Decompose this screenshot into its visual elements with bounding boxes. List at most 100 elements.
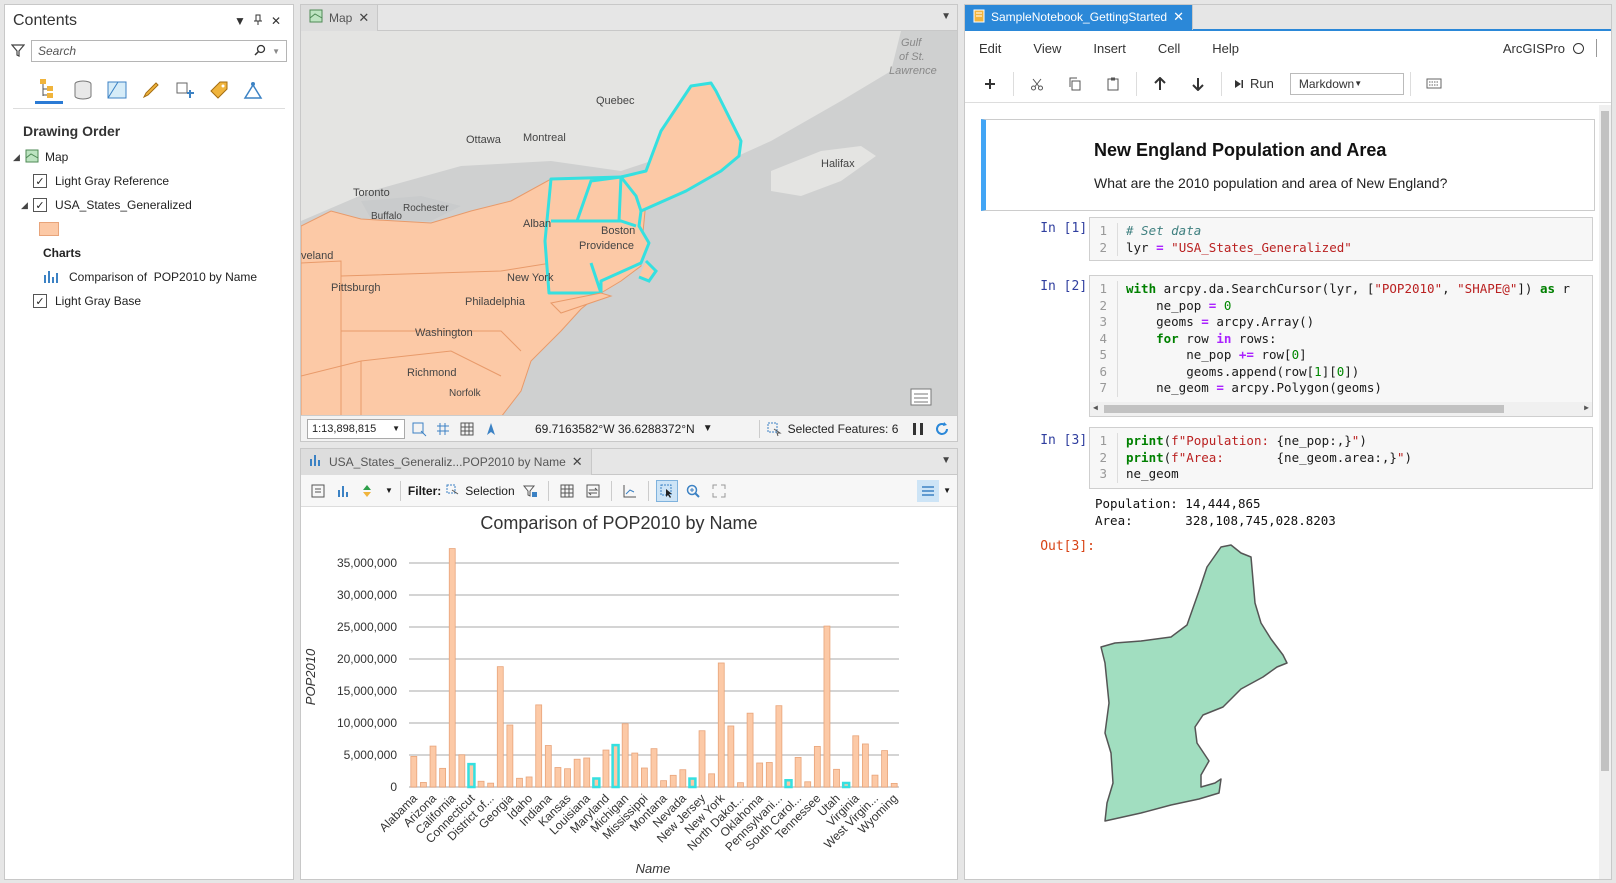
bar-oregon[interactable] — [765, 762, 773, 788]
bar-connecticut[interactable] — [467, 762, 476, 789]
bar-chart[interactable]: Comparison of POP2010 by Name POP2010 Na… — [301, 507, 957, 879]
selection-filter-button[interactable]: Selection — [465, 484, 514, 498]
search-icon[interactable] — [254, 44, 266, 59]
bar-new-hampshire[interactable] — [688, 777, 697, 789]
chevron-down-icon[interactable]: ▼ — [703, 423, 713, 434]
sort-icon[interactable] — [359, 480, 381, 502]
expand-triangle-icon[interactable]: ◢ — [13, 152, 25, 163]
switch-selection-icon[interactable] — [582, 480, 604, 502]
menu-edit[interactable]: Edit — [979, 41, 1001, 56]
refresh-icon[interactable] — [932, 420, 952, 438]
bar-north-dakota[interactable] — [737, 782, 744, 788]
bar-illinois[interactable] — [535, 704, 543, 788]
bar-colorado[interactable] — [458, 754, 466, 788]
chevron-down-icon[interactable]: ▼ — [941, 455, 951, 466]
add-cell-button[interactable] — [973, 71, 1007, 97]
map-legend-icon[interactable] — [910, 388, 932, 406]
chevron-down-icon[interactable]: ▼ — [385, 486, 393, 495]
selected-features-count[interactable]: Selected Features: 6 — [788, 422, 899, 436]
bar-idaho[interactable] — [525, 776, 533, 788]
tab-chart[interactable]: USA_States_Generaliz...POP2010 by Name ✕ — [301, 449, 592, 475]
pause-icon[interactable] — [908, 420, 928, 438]
bar-north-carolina[interactable] — [727, 725, 735, 788]
list-by-editing-icon[interactable] — [137, 76, 165, 104]
scroll-left-icon[interactable]: ◀ — [1093, 403, 1098, 412]
bar-district-of-columbia[interactable] — [487, 782, 495, 788]
zoom-in-icon[interactable] — [682, 480, 704, 502]
symbol-swatch[interactable] — [39, 222, 59, 236]
coordinate-readout[interactable]: 69.7163582°W 36.6288372°N — [535, 422, 695, 436]
bar-maryland[interactable] — [602, 749, 610, 788]
close-icon[interactable]: ✕ — [358, 10, 369, 26]
list-by-snapping-icon[interactable] — [171, 76, 199, 104]
menu-insert[interactable]: Insert — [1093, 41, 1126, 56]
tree-item-map[interactable]: ◢ Map — [5, 145, 293, 169]
copy-button[interactable] — [1058, 71, 1092, 97]
bar-kansas[interactable] — [564, 768, 571, 788]
bar-south-carolina[interactable] — [794, 756, 802, 788]
tree-item-light-gray-reference[interactable]: ✓ Light Gray Reference — [5, 169, 293, 193]
close-icon[interactable]: ✕ — [1173, 9, 1184, 25]
chevron-down-icon[interactable]: ▼ — [941, 11, 951, 22]
bar-oklahoma[interactable] — [756, 762, 764, 788]
bar-utah[interactable] — [833, 768, 840, 788]
list-by-selection-icon[interactable] — [103, 76, 131, 104]
tree-item-chart[interactable]: Comparison of POP2010 by Name — [5, 265, 293, 289]
bar-wyoming[interactable] — [890, 782, 898, 788]
scroll-right-icon[interactable]: ▶ — [1584, 403, 1589, 412]
bar-alaska[interactable] — [420, 782, 427, 788]
close-icon[interactable]: ✕ — [267, 14, 285, 28]
code-cell-1[interactable]: 1 # Set data 2 lyr = "USA_States_Generaliz… — [1089, 217, 1593, 261]
filter-extent-icon[interactable] — [519, 480, 541, 502]
bar-vermont[interactable] — [841, 781, 851, 789]
full-extent-icon[interactable] — [708, 480, 730, 502]
move-down-button[interactable] — [1181, 71, 1215, 97]
bar-rhode-island[interactable] — [784, 779, 793, 789]
vertical-scrollbar[interactable] — [1599, 105, 1611, 879]
filter-selection-icon[interactable] — [445, 480, 461, 502]
code-cell-3[interactable]: 1 print(f"Population: {ne_pop:,}") 2 print… — [1089, 427, 1593, 489]
tab-notebook[interactable]: SampleNotebook_GettingStarted ✕ — [965, 5, 1194, 30]
menu-view[interactable]: View — [1033, 41, 1061, 56]
add-chart-icon[interactable] — [333, 480, 355, 502]
bar-missouri[interactable] — [650, 748, 658, 788]
bar-georgia[interactable] — [506, 724, 514, 788]
move-up-button[interactable] — [1143, 71, 1177, 97]
visibility-checkbox[interactable]: ✓ — [33, 294, 47, 308]
bar-wisconsin[interactable] — [881, 750, 888, 788]
list-by-perspective-imagery-icon[interactable] — [239, 76, 267, 104]
bar-delaware[interactable] — [477, 780, 485, 788]
horizontal-scrollbar[interactable]: ◀ ▶ — [1090, 402, 1592, 416]
chevron-down-icon[interactable]: ▼ — [943, 486, 951, 495]
bar-alabama[interactable] — [410, 756, 418, 788]
expand-triangle-icon[interactable]: ◢ — [21, 200, 33, 211]
chevron-down-icon[interactable]: ▼ — [231, 14, 249, 28]
axis-icon[interactable] — [619, 480, 641, 502]
search-dropdown-icon[interactable]: ▼ — [272, 47, 280, 56]
bar-michigan[interactable] — [621, 723, 629, 788]
bar-maine[interactable] — [592, 777, 601, 789]
zoom-full-extent-icon[interactable] — [409, 420, 429, 438]
selection-icon[interactable] — [764, 420, 784, 438]
paste-button[interactable] — [1096, 71, 1130, 97]
tab-map[interactable]: Map ✕ — [301, 5, 379, 31]
list-by-drawing-order-icon[interactable] — [35, 76, 63, 104]
bar-montana[interactable] — [660, 780, 667, 788]
bar-south-dakota[interactable] — [804, 781, 812, 788]
bar-iowa[interactable] — [554, 767, 562, 788]
pin-icon[interactable] — [249, 14, 267, 29]
bar-virginia[interactable] — [852, 735, 860, 788]
scrollbar-thumb[interactable] — [1104, 405, 1504, 413]
bar-arkansas[interactable] — [439, 767, 447, 788]
code-cell-2[interactable]: 1 with arcpy.da.SearchCursor(lyr, ["POP20… — [1089, 275, 1593, 417]
bar-kentucky[interactable] — [573, 758, 581, 788]
run-button[interactable]: Run — [1228, 71, 1280, 97]
bar-mississippi[interactable] — [641, 767, 648, 788]
visibility-checkbox[interactable]: ✓ — [33, 174, 47, 188]
bar-new-jersey[interactable] — [698, 730, 706, 788]
select-tool-icon[interactable] — [655, 479, 678, 502]
bar-minnesota[interactable] — [631, 752, 639, 788]
scale-dropdown[interactable]: 1:13,898,815 ▼ — [307, 418, 405, 439]
grid-icon[interactable] — [433, 420, 453, 438]
bar-nebraska[interactable] — [669, 774, 677, 788]
